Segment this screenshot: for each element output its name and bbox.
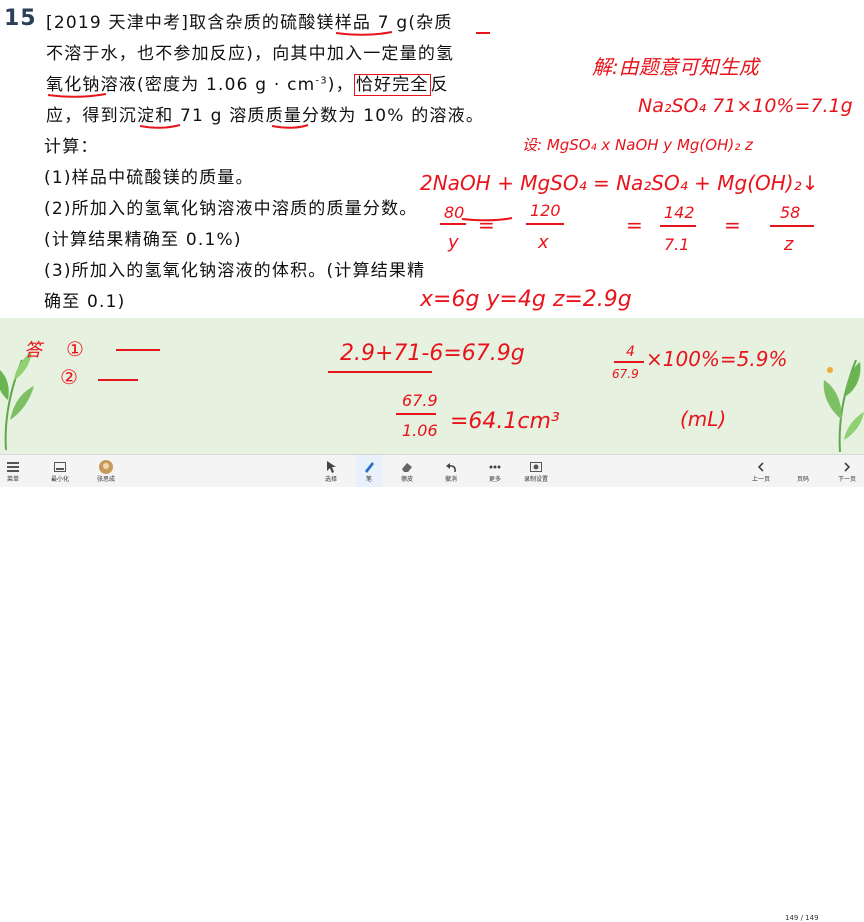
prev-page-label: 上一页 bbox=[751, 475, 770, 483]
recorder-settings-button[interactable]: 录制设置 bbox=[518, 455, 554, 487]
problem-line-1: [2019 天津中考]取含杂质的硫酸镁样品 7 g(杂质 bbox=[46, 13, 453, 33]
minimize-label: 最小化 bbox=[50, 475, 69, 483]
ratio-4-num: 58 bbox=[780, 203, 800, 222]
recorder-label: 录制设置 bbox=[523, 475, 548, 483]
problem-line-3: 氧化钠溶液(密度为 1.06 g · cm-3)， 恰好完全反 bbox=[46, 74, 449, 96]
leaf-decoration-right bbox=[823, 359, 864, 453]
let-variables: 设: MgSO₄ x NaOH y Mg(OH)₂ z bbox=[522, 136, 754, 154]
problem-line-10: 确至 0.1) bbox=[44, 292, 126, 312]
problem-line-7: (2)所加入的氢氧化钠溶液中溶质的质量分数。 bbox=[44, 199, 418, 219]
eraser-icon bbox=[400, 460, 414, 474]
undo-icon bbox=[444, 460, 458, 474]
density-exponent: -3 bbox=[315, 75, 328, 87]
prev-page-button[interactable]: 上一页 bbox=[748, 455, 774, 487]
decorative-green-band bbox=[0, 318, 864, 454]
recorder-icon bbox=[529, 460, 543, 474]
reaction-equation: 2NaOH + MgSO₄ = Na₂SO₄ + Mg(OH)₂↓ bbox=[420, 171, 818, 195]
ratio-3-den: 7.1 bbox=[664, 235, 689, 254]
undo-label: 撤消 bbox=[444, 475, 457, 483]
pen-icon bbox=[362, 460, 376, 474]
page-indicator: 149 / 149 bbox=[785, 914, 819, 922]
undo-button[interactable]: 撤消 bbox=[438, 455, 464, 487]
boxed-text: 恰好完全 bbox=[353, 74, 431, 96]
eq-sign-1: = bbox=[478, 213, 495, 237]
user-button[interactable]: 张思成 bbox=[90, 455, 122, 487]
eraser-tool-button[interactable]: 擦皮 bbox=[394, 455, 420, 487]
chevron-right-icon bbox=[840, 460, 854, 474]
problem-line-5: 计算： bbox=[44, 137, 99, 157]
results: x=6g y=4g z=2.9g bbox=[419, 287, 632, 312]
chevron-left-icon bbox=[754, 460, 768, 474]
ratio-4-den: z bbox=[783, 234, 794, 255]
menu-button[interactable]: 菜单 bbox=[2, 455, 24, 487]
pen-label: 笔 bbox=[365, 475, 372, 483]
more-icon bbox=[488, 460, 502, 474]
cursor-icon bbox=[324, 460, 338, 474]
pages-label: 页码 bbox=[796, 475, 809, 483]
problem-line-2: 不溶于水，也不参加反应)，向其中加入一定量的氢 bbox=[46, 44, 455, 64]
problem-line-3-text: 氧化钠溶液(密度为 1.06 g · cm bbox=[46, 75, 316, 95]
menu-label: 菜单 bbox=[6, 475, 19, 483]
eraser-label: 擦皮 bbox=[400, 475, 413, 483]
more-label: 更多 bbox=[488, 475, 501, 483]
ratio-3-num: 142 bbox=[664, 203, 695, 222]
whiteboard-canvas[interactable]: 15 [2019 天津中考]取含杂质的硫酸镁样品 7 g(杂质 不溶于水，也不参… bbox=[0, 0, 864, 454]
bottom-toolbar: 菜单 最小化 张思成 选择 笔 擦皮 撤消 更多 录制设置 上一页 149 / … bbox=[0, 454, 864, 922]
next-page-button[interactable]: 下一页 bbox=[834, 455, 860, 487]
pages-button[interactable]: 页码 bbox=[792, 463, 814, 487]
problem-number: 15 bbox=[4, 6, 37, 31]
na2so4-calc: Na₂SO₄ 71×10%=7.1g bbox=[638, 95, 853, 117]
user-label: 张思成 bbox=[96, 475, 115, 483]
more-button[interactable]: 更多 bbox=[482, 455, 508, 487]
problem-line-9: (3)所加入的氢氧化钠溶液的体积。(计算结果精 bbox=[44, 261, 426, 281]
menu-icon bbox=[6, 460, 20, 474]
problem-line-3-tail: 反 bbox=[430, 75, 449, 95]
minimize-button[interactable]: 最小化 bbox=[44, 455, 76, 487]
note-top: 解:由题意可知生成 bbox=[592, 55, 762, 79]
leaf-decoration-left bbox=[0, 352, 34, 451]
ratio-1-den: y bbox=[447, 232, 459, 253]
problem-line-8: (计算结果精确至 0.1%) bbox=[44, 230, 242, 250]
next-page-label: 下一页 bbox=[837, 475, 856, 483]
avatar bbox=[99, 459, 113, 474]
pen-tool-button[interactable]: 笔 bbox=[356, 455, 382, 487]
minimize-icon bbox=[53, 460, 67, 474]
ratio-1-num: 80 bbox=[444, 203, 464, 222]
ratio-2-den: x bbox=[537, 232, 549, 253]
select-tool-button[interactable]: 选择 bbox=[318, 455, 344, 487]
problem-line-4: 应，得到沉淀和 71 g 溶质质量分数为 10% 的溶液。 bbox=[46, 106, 485, 126]
eq-sign-3: = bbox=[724, 213, 741, 237]
ratio-2-num: 120 bbox=[530, 201, 561, 220]
select-label: 选择 bbox=[324, 475, 337, 483]
problem-line-6: (1)样品中硫酸镁的质量。 bbox=[44, 168, 254, 188]
eq-sign-2: = bbox=[626, 213, 643, 237]
